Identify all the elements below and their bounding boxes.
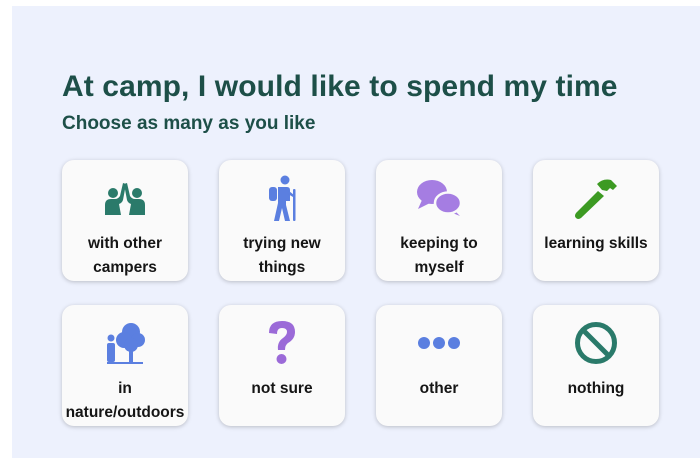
ellipsis-icon xyxy=(415,319,463,367)
hiker-icon xyxy=(258,174,306,222)
question-mark-icon xyxy=(258,319,306,367)
question-subtitle: Choose as many as you like xyxy=(62,113,316,134)
option-label: not sure xyxy=(251,380,313,397)
option-label: with other campers xyxy=(87,235,163,276)
option-other[interactable]: other xyxy=(376,305,502,426)
option-label: keeping to myself xyxy=(400,235,478,276)
option-label: learning skills xyxy=(544,235,648,252)
option-in-nature-outdoors[interactable]: in nature/outdoors xyxy=(62,305,188,426)
options-grid: with other campers trying new things kee… xyxy=(62,160,659,426)
option-label: nothing xyxy=(567,380,625,397)
prohibited-icon xyxy=(572,319,620,367)
option-keeping-to-myself[interactable]: keeping to myself xyxy=(376,160,502,281)
high-five-people-icon xyxy=(101,174,149,222)
hammer-icon xyxy=(572,174,620,222)
question-title: At camp, I would like to spend my time xyxy=(62,70,618,103)
option-label: other xyxy=(419,380,459,397)
option-label: in nature/outdoors xyxy=(65,380,185,421)
option-label: trying new things xyxy=(243,235,321,276)
option-with-other-campers[interactable]: with other campers xyxy=(62,160,188,281)
person-tree-icon xyxy=(101,319,149,367)
option-not-sure[interactable]: not sure xyxy=(219,305,345,426)
speech-bubbles-icon xyxy=(415,174,463,222)
option-trying-new-things[interactable]: trying new things xyxy=(219,160,345,281)
option-nothing[interactable]: nothing xyxy=(533,305,659,426)
option-learning-skills[interactable]: learning skills xyxy=(533,160,659,281)
